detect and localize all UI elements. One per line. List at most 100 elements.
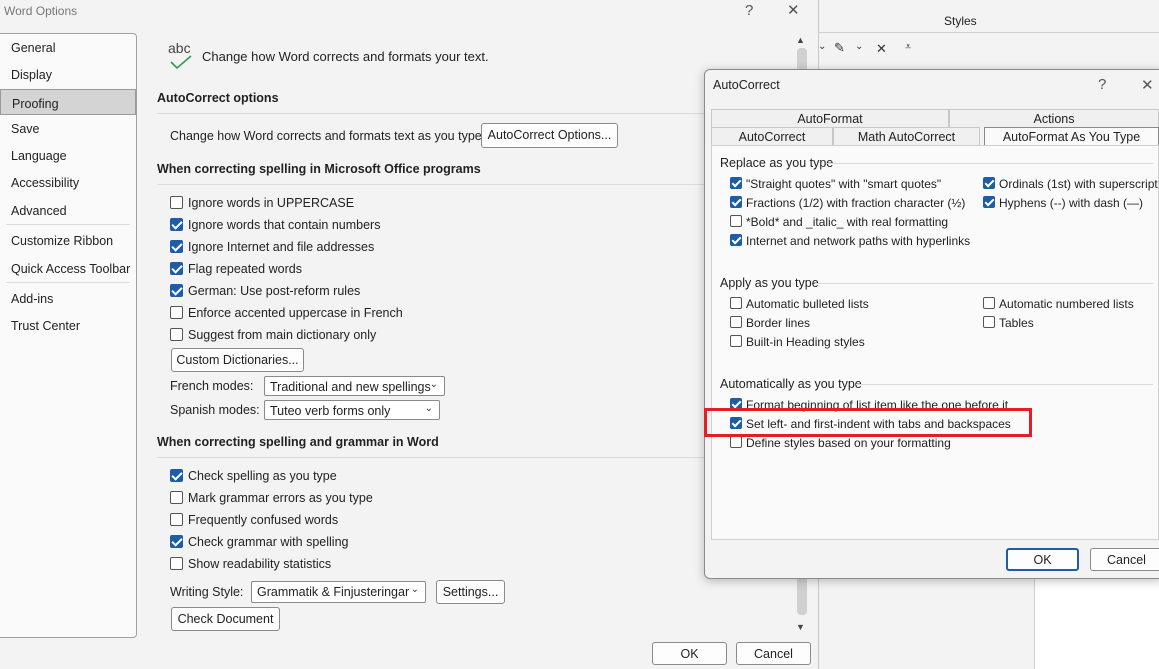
sidebar-item-customize-ribbon[interactable]: Customize Ribbon (11, 234, 113, 248)
option-label: Ignore words that contain numbers (188, 218, 381, 232)
help-button[interactable]: ? (745, 2, 753, 19)
checkbox-flag-repeated[interactable] (170, 262, 183, 275)
style-format-icon[interactable]: ✎ (834, 40, 845, 56)
checkbox-numbered-lists[interactable] (983, 297, 995, 309)
option-label: Tables (999, 316, 1034, 330)
page-header: Change how Word corrects and formats you… (202, 49, 489, 64)
french-modes-select[interactable]: Traditional and new spellings ⌄ (264, 376, 445, 396)
check-document-button[interactable]: Check Document (171, 607, 280, 631)
checkbox-mark-grammar[interactable] (170, 491, 183, 504)
scroll-down-icon[interactable]: ▼ (796, 622, 805, 632)
option-label: Enforce accented uppercase in French (188, 306, 403, 320)
writing-style-select[interactable]: Grammatik & Finjusteringar ⌄ (251, 581, 426, 603)
close-button[interactable]: ✕ (1141, 76, 1154, 94)
options-dropdown-icon[interactable]: ⩡ (905, 41, 911, 54)
checkbox-heading-styles[interactable] (730, 335, 742, 347)
tab-actions[interactable]: Actions (949, 109, 1159, 127)
sidebar-item-trust-center[interactable]: Trust Center (11, 319, 80, 333)
sidebar-item-add-ins[interactable]: Add-ins (11, 292, 53, 306)
checkbox-fractions[interactable] (730, 196, 742, 208)
tab-autoformat-as-you-type[interactable]: AutoFormat As You Type (984, 127, 1159, 145)
settings-button[interactable]: Settings... (436, 580, 505, 604)
scroll-up-icon[interactable]: ▲ (796, 35, 805, 45)
ok-button[interactable]: OK (1006, 548, 1079, 571)
option-label: Mark grammar errors as you type (188, 491, 373, 505)
checkbox-ignore-numbers[interactable] (170, 218, 183, 231)
help-button[interactable]: ? (1098, 76, 1106, 93)
checkbox-tables[interactable] (983, 316, 995, 328)
dialog-title: AutoCorrect (713, 78, 780, 92)
sidebar-nav: General Display Proofing Save Language A… (0, 33, 137, 638)
spanish-modes-select[interactable]: Tuteo verb forms only ⌄ (264, 400, 440, 420)
option-label: Ordinals (1st) with superscript (999, 177, 1158, 191)
option-label: Check grammar with spelling (188, 535, 349, 549)
group-replace-as-you-type: Replace as you type (720, 156, 834, 170)
option-label: Built-in Heading styles (746, 335, 865, 349)
chevron-down-icon[interactable]: ⌄ (855, 41, 863, 52)
checkbox-hyphens[interactable] (983, 196, 995, 208)
tab-math-autocorrect[interactable]: Math AutoCorrect (833, 127, 980, 145)
option-label: Define styles based on your formatting (746, 436, 951, 450)
tab-autocorrect[interactable]: AutoCorrect (711, 127, 833, 145)
chevron-down-icon: ⌄ (424, 403, 433, 414)
window-title: Word Options (4, 4, 78, 18)
option-label: "Straight quotes" with "smart quotes" (746, 177, 942, 191)
sidebar-divider (6, 282, 130, 283)
french-modes-value: Traditional and new spellings (270, 380, 431, 394)
option-label: Show readability statistics (188, 557, 332, 571)
highlight-box (704, 408, 1032, 437)
chevron-down-icon[interactable]: ⌄ (818, 41, 826, 52)
close-button[interactable]: ✕ (787, 1, 800, 19)
spanish-modes-label: Spanish modes: (170, 403, 260, 417)
writing-style-value: Grammatik & Finjusteringar (257, 585, 410, 599)
checkbox-bulleted-lists[interactable] (730, 297, 742, 309)
checkbox-german-post-reform[interactable] (170, 284, 183, 297)
sidebar-item-accessibility[interactable]: Accessibility (11, 176, 79, 190)
sidebar-item-display[interactable]: Display (11, 68, 52, 82)
cancel-button[interactable]: Cancel (1090, 548, 1159, 571)
sidebar-divider (6, 224, 130, 225)
checkbox-readability[interactable] (170, 557, 183, 570)
sidebar-item-advanced[interactable]: Advanced (11, 204, 67, 218)
option-label: Fractions (1/2) with fraction character … (746, 196, 966, 210)
styles-label: Styles (944, 14, 977, 28)
checkbox-ordinals[interactable] (983, 177, 995, 189)
option-label: Automatic numbered lists (999, 297, 1134, 311)
checkbox-main-dictionary[interactable] (170, 328, 183, 341)
chevron-down-icon: ⌄ (410, 584, 419, 595)
french-modes-label: French modes: (170, 379, 254, 393)
checkbox-check-grammar[interactable] (170, 535, 183, 548)
option-label: Check spelling as you type (188, 469, 337, 483)
chevron-down-icon: ⌄ (429, 379, 438, 390)
checkbox-ignore-uppercase[interactable] (170, 196, 183, 209)
cancel-button[interactable]: Cancel (736, 642, 811, 665)
sidebar-item-quick-access-toolbar[interactable]: Quick Access Toolbar (11, 262, 130, 276)
sidebar-item-language[interactable]: Language (11, 149, 67, 163)
sidebar-item-proofing[interactable]: Proofing (0, 89, 136, 115)
section-title-office-spelling: When correcting spelling in Microsoft Of… (157, 162, 481, 176)
group-apply-as-you-type: Apply as you type (720, 276, 819, 290)
option-label: *Bold* and _italic_ with real formatting (746, 215, 949, 229)
option-label: Frequently confused words (188, 513, 339, 527)
checkbox-confused-words[interactable] (170, 513, 183, 526)
checkbox-define-styles[interactable] (730, 436, 742, 448)
checkbox-smart-quotes[interactable] (730, 177, 742, 189)
sidebar-item-general[interactable]: General (11, 41, 55, 55)
document-page (1034, 575, 1159, 669)
checkbox-bold-italic[interactable] (730, 215, 742, 227)
checkbox-hyperlinks[interactable] (730, 234, 742, 246)
tab-autoformat[interactable]: AutoFormat (711, 109, 949, 127)
autocorrect-options-button[interactable]: AutoCorrect Options... (481, 123, 618, 148)
checkbox-french-accented[interactable] (170, 306, 183, 319)
checkbox-border-lines[interactable] (730, 316, 742, 328)
autocorrect-description: Change how Word corrects and formats tex… (170, 129, 486, 143)
close-icon[interactable]: ✕ (876, 41, 887, 57)
checkbox-check-spelling[interactable] (170, 469, 183, 482)
custom-dictionaries-button[interactable]: Custom Dictionaries... (171, 348, 304, 372)
section-title-word-spelling: When correcting spelling and grammar in … (157, 435, 439, 449)
option-label: Internet and network paths with hyperlin… (746, 234, 971, 248)
sidebar-item-save[interactable]: Save (11, 122, 40, 136)
ok-button[interactable]: OK (652, 642, 727, 665)
checkbox-ignore-internet[interactable] (170, 240, 183, 253)
option-label: Automatic bulleted lists (746, 297, 869, 311)
